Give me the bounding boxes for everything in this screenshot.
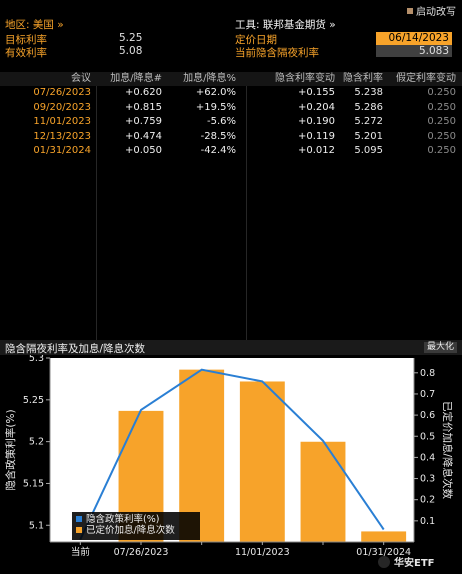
assumed-change: 0.250 <box>427 101 456 113</box>
bar <box>361 531 407 542</box>
chart-legend: 隐含政策利率(%) 已定价加息/降息次数 <box>72 512 200 540</box>
implied-change: +0.190 <box>297 116 335 127</box>
col-header-implied-change[interactable]: 隐含利率变动 <box>275 72 335 86</box>
chart-title: 隐含隔夜利率及加息/降息次数 <box>5 343 146 355</box>
meeting-date: 07/26/2023 <box>33 87 91 98</box>
hikes-num: +0.620 <box>124 87 162 98</box>
y-tick-label: 5.15 <box>23 478 44 489</box>
hikes-pct: -42.4% <box>200 145 236 156</box>
table-row[interactable]: 07/26/2023 +0.620 +62.0% +0.155 5.238 0.… <box>0 86 462 101</box>
checkbox-icon <box>407 8 413 14</box>
y2-tick-label: 0.4 <box>420 452 435 463</box>
legend-label-bar: 已定价加息/降息次数 <box>86 524 175 536</box>
hikes-num: +0.474 <box>124 130 162 142</box>
instrument-selector[interactable]: 工具: 联邦基金期货 » <box>235 17 336 32</box>
col-header-hikes-pct[interactable]: 加息/降息% <box>183 72 236 86</box>
assumed-change: 0.250 <box>427 116 456 127</box>
y2-axis-label: 已定价加息/降息次数 <box>441 401 454 500</box>
meeting-date: 09/20/2023 <box>33 101 91 113</box>
col-header-meeting[interactable]: 会议 <box>71 72 91 86</box>
start-rewrite-label: 启动改写 <box>416 7 456 18</box>
assumed-change: 0.250 <box>427 130 456 142</box>
table-header: 会议 加息/降息# 加息/降息% 隐含利率变动 隐含利率 假定利率变动 <box>0 72 462 86</box>
x-tick-label: 当前 <box>71 546 90 558</box>
implied-overnight-field: 5.083 <box>376 45 452 57</box>
implied-rate: 5.272 <box>354 116 383 127</box>
y2-tick-label: 0.1 <box>420 516 435 527</box>
implied-change: +0.012 <box>297 145 335 156</box>
implied-rate: 5.286 <box>354 101 383 113</box>
meeting-date: 01/31/2024 <box>33 145 91 156</box>
implied-change: +0.119 <box>297 130 335 142</box>
effective-rate-label: 有效利率 <box>5 47 47 59</box>
col-header-implied-rate[interactable]: 隐含利率 <box>343 72 383 86</box>
target-rate-value: 5.25 <box>119 32 143 44</box>
implied-rate: 5.201 <box>354 130 383 142</box>
y-axis-label: 隐含政策利率(%) <box>4 409 17 490</box>
y-axis-right: 0.1 0.2 0.3 0.4 0.5 0.6 0.7 0.8 <box>413 358 435 542</box>
x-tick-label: 11/01/2023 <box>235 547 290 558</box>
y2-tick-label: 0.8 <box>420 368 435 379</box>
legend-swatch-bar <box>76 527 82 533</box>
table-row[interactable]: 11/01/2023 +0.759 -5.6% +0.190 5.272 0.2… <box>0 115 462 130</box>
legend-label-line: 隐含政策利率(%) <box>86 513 159 525</box>
hikes-num: +0.050 <box>124 145 162 156</box>
hikes-pct: -28.5% <box>200 130 236 142</box>
hikes-pct: +62.0% <box>195 87 236 98</box>
implied-change: +0.155 <box>297 87 335 98</box>
implied-rate: 5.095 <box>354 145 383 156</box>
implied-overnight-label: 当前隐含隔夜利率 <box>235 47 319 59</box>
y2-tick-label: 0.7 <box>420 389 435 400</box>
hikes-num: +0.815 <box>124 101 162 113</box>
y-tick-label: 5.25 <box>23 395 44 406</box>
table-row[interactable]: 12/13/2023 +0.474 -28.5% +0.119 5.201 0.… <box>0 130 462 145</box>
start-rewrite-button[interactable]: 启动改写 <box>407 3 456 18</box>
bar <box>300 441 346 542</box>
y2-tick-label: 0.6 <box>420 410 435 421</box>
effective-rate-value: 5.08 <box>119 45 143 57</box>
region-selector[interactable]: 地区: 美国 » <box>5 17 64 32</box>
pricing-date-field[interactable]: 06/14/2023 <box>376 32 452 45</box>
assumed-change: 0.250 <box>427 87 456 98</box>
col-header-assumed-change[interactable]: 假定利率变动 <box>396 72 456 86</box>
watermark-text: 华安ETF <box>394 556 434 569</box>
rate-chart: 5.15.155.25.255.3 0.10.20.30.40.50.60.70… <box>4 355 454 569</box>
meetings-table: 会议 加息/降息# 加息/降息% 隐含利率变动 隐含利率 假定利率变动 07/2… <box>0 72 462 159</box>
y2-tick-label: 0.2 <box>420 495 435 506</box>
bar <box>239 381 285 542</box>
watermark-logo-icon <box>378 556 390 568</box>
y-tick-label: 5.3 <box>29 355 44 364</box>
legend-swatch-line <box>76 516 82 522</box>
implied-change: +0.204 <box>297 101 335 113</box>
col-header-hikes-num[interactable]: 加息/降息# <box>110 72 162 86</box>
meeting-date: 12/13/2023 <box>33 130 91 142</box>
maximize-button[interactable]: 最大化 <box>423 342 457 353</box>
hikes-pct: -5.6% <box>206 116 236 127</box>
hikes-pct: +19.5% <box>195 101 236 113</box>
x-axis: 当前 07/26/2023 11/01/2023 01/31/2024 <box>50 541 414 558</box>
y-tick-label: 5.2 <box>29 437 44 448</box>
y2-tick-label: 0.3 <box>420 474 435 485</box>
watermark: 华安ETF <box>378 556 434 569</box>
x-tick-label: 07/26/2023 <box>114 547 169 558</box>
implied-rate: 5.238 <box>354 87 383 98</box>
hikes-num: +0.759 <box>124 116 162 127</box>
table-row[interactable]: 09/20/2023 +0.815 +19.5% +0.204 5.286 0.… <box>0 101 462 116</box>
table-row[interactable]: 01/31/2024 +0.050 -42.4% +0.012 5.095 0.… <box>0 144 462 159</box>
y-axis-left: 5.1 5.15 5.2 5.25 5.3 <box>23 355 51 542</box>
meeting-date: 11/01/2023 <box>33 116 91 127</box>
assumed-change: 0.250 <box>427 145 456 156</box>
y-tick-label: 5.1 <box>29 520 44 531</box>
y2-tick-label: 0.5 <box>420 431 435 442</box>
